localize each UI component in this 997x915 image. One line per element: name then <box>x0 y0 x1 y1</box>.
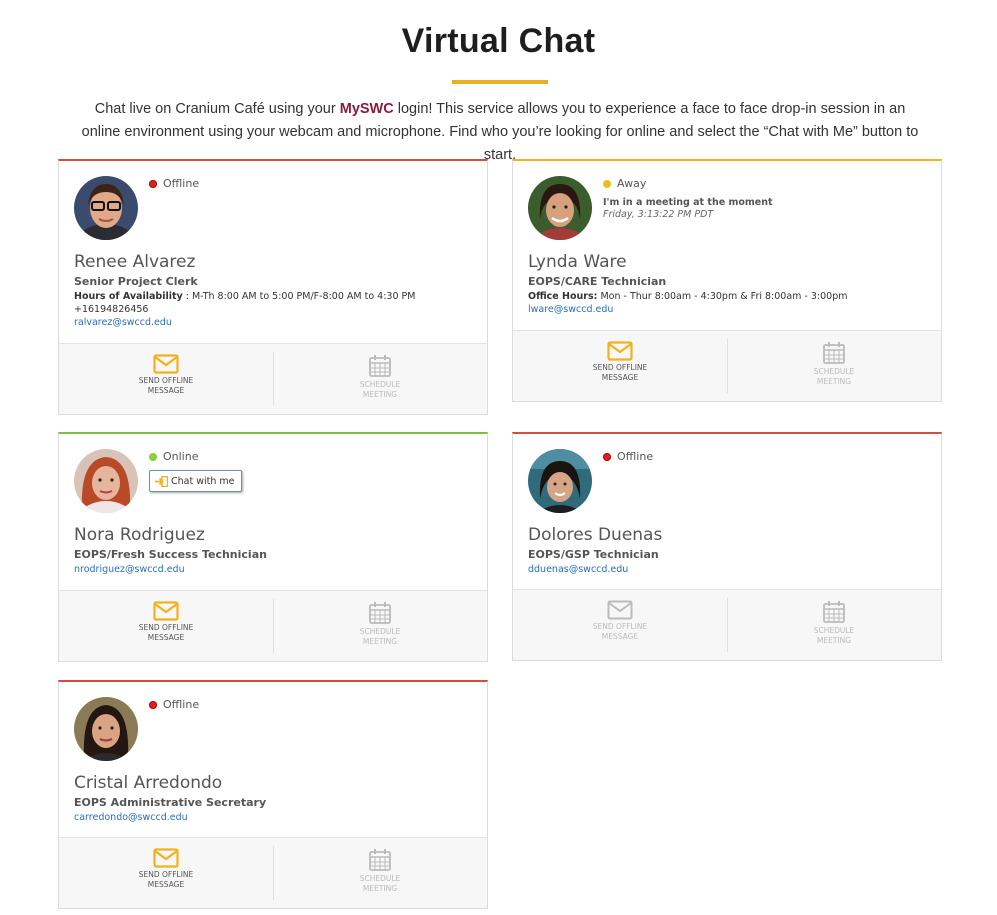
staff-hours: Office Hours: Mon - Thur 8:00am - 4:30pm… <box>528 291 848 302</box>
staff-name: Lynda Ware <box>528 252 627 272</box>
staff-role: Senior Project Clerk <box>74 275 198 288</box>
schedule-meeting-button[interactable]: Schedule Meeting <box>273 601 487 647</box>
status-indicator: Offline <box>149 698 199 711</box>
staff-card-dolores-duenas: Offline Dolores Duenas EOPS/GSP Technici… <box>512 432 942 661</box>
staff-name: Dolores Duenas <box>528 525 663 545</box>
intro-before: Chat live on Cranium Café using your <box>94 101 340 117</box>
chat-with-me-button[interactable]: Chat with me <box>149 470 242 492</box>
schedule-meeting-button[interactable]: Schedule Meeting <box>273 848 487 894</box>
calendar-icon <box>823 342 845 364</box>
staff-email-link[interactable]: nrodriguez@swccd.edu <box>74 564 185 575</box>
send-offline-message-button[interactable]: Send Offline Message <box>59 354 273 396</box>
staff-phone: +16194826456 <box>74 304 149 315</box>
card-actions: Send Offline Message Schedule Meeting <box>513 330 941 401</box>
schedule-meeting-button[interactable]: Schedule Meeting <box>273 354 487 400</box>
staff-card-cristal-arredondo: Offline Cristal Arredondo EOPS Administr… <box>58 680 488 909</box>
title-underline <box>452 80 548 84</box>
staff-name: Renee Alvarez <box>74 252 196 272</box>
status-indicator: Away <box>603 177 646 190</box>
staff-email-link[interactable]: dduenas@swccd.edu <box>528 564 628 575</box>
avatar <box>74 697 138 761</box>
staff-card-lynda-ware: Away I'm in a meeting at the moment Frid… <box>512 159 942 402</box>
intro-text: Chat live on Cranium Café using your MyS… <box>80 98 920 167</box>
staff-email-link[interactable]: carredondo@swccd.edu <box>74 812 188 823</box>
staff-role: EOPS/GSP Technician <box>528 548 659 561</box>
envelope-icon <box>153 601 179 621</box>
card-actions: Send Offline Message Schedule Meeting <box>59 590 487 661</box>
offline-dot-icon <box>149 179 157 188</box>
card-actions: Send Offline Message Schedule Meeting <box>59 343 487 414</box>
calendar-icon <box>369 849 391 871</box>
send-offline-message-button[interactable]: Send Offline Message <box>59 848 273 890</box>
offline-dot-icon <box>149 700 157 709</box>
staff-email-link[interactable]: ralvarez@swccd.edu <box>74 317 172 328</box>
staff-role: EOPS Administrative Secretary <box>74 796 267 809</box>
avatar <box>528 176 592 240</box>
staff-card-nora-rodriguez: Online Chat with me Nora Rodriguez EOPS/… <box>58 432 488 662</box>
status-indicator: Offline <box>149 177 199 190</box>
send-offline-message-button[interactable]: Send Offline Message <box>59 601 273 643</box>
offline-dot-icon <box>603 452 611 461</box>
envelope-icon <box>153 354 179 374</box>
envelope-icon <box>153 848 179 868</box>
intro-brand: MySWC <box>339 101 394 117</box>
staff-name: Cristal Arredondo <box>74 773 223 793</box>
staff-email-link[interactable]: lware@swccd.edu <box>528 304 613 315</box>
schedule-meeting-button[interactable]: Schedule Meeting <box>727 600 941 646</box>
staff-card-renee-alvarez: Offline Renee Alvarez Senior Project Cle… <box>58 159 488 415</box>
calendar-icon <box>369 602 391 624</box>
page-title: Virtual Chat <box>401 22 596 60</box>
status-indicator: Offline <box>603 450 653 463</box>
envelope-icon <box>607 341 633 361</box>
staff-role: EOPS/Fresh Success Technician <box>74 548 267 561</box>
avatar <box>74 449 138 513</box>
status-indicator: Online <box>149 450 198 463</box>
away-message: I'm in a meeting at the moment Friday, 3… <box>603 197 773 220</box>
online-dot-icon <box>149 452 157 461</box>
send-offline-message-button[interactable]: Send Offline Message <box>513 341 727 383</box>
card-actions: Send Offline Message Schedule Meeting <box>59 837 487 908</box>
calendar-icon <box>823 601 845 623</box>
send-offline-message-button[interactable]: Send Offline Message <box>513 600 727 642</box>
schedule-meeting-button[interactable]: Schedule Meeting <box>727 341 941 387</box>
avatar <box>74 176 138 240</box>
avatar <box>528 449 592 513</box>
staff-hours: Hours of Availability : M-Th 8:00 AM to … <box>74 291 416 315</box>
card-actions: Send Offline Message Schedule Meeting <box>513 589 941 660</box>
staff-role: EOPS/CARE Technician <box>528 275 667 288</box>
calendar-icon <box>369 355 391 377</box>
away-dot-icon <box>603 179 611 188</box>
staff-name: Nora Rodriguez <box>74 525 205 545</box>
envelope-icon <box>607 600 633 620</box>
sign-in-icon <box>155 475 168 487</box>
